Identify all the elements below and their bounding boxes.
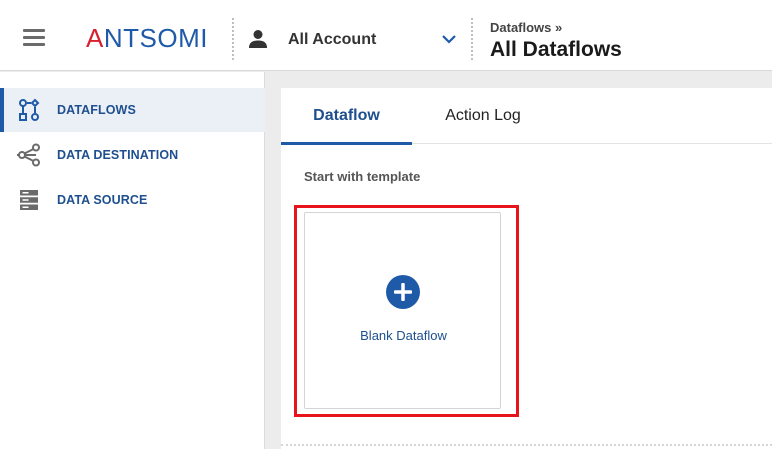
sidebar-item-data-destination[interactable]: DATA DESTINATION bbox=[0, 133, 265, 177]
chevron-down-icon[interactable] bbox=[441, 33, 457, 45]
page-title: All Dataflows bbox=[490, 38, 622, 61]
blank-dataflow-card[interactable]: Blank Dataflow bbox=[304, 212, 501, 409]
server-icon bbox=[20, 190, 38, 210]
sidebar-item-data-source[interactable]: DATA SOURCE bbox=[0, 178, 265, 222]
tab-dataflow[interactable]: Dataflow bbox=[281, 88, 412, 145]
top-header: ANTSOMI All Account Dataflows » All Data… bbox=[0, 0, 772, 71]
breadcrumb-parent[interactable]: Dataflows » bbox=[490, 20, 562, 35]
header-divider bbox=[471, 18, 473, 60]
plus-circle-icon bbox=[386, 275, 420, 309]
sidebar-item-label: DATA SOURCE bbox=[57, 193, 148, 207]
sidebar-item-label: DATAFLOWS bbox=[57, 103, 136, 117]
main-panel: Dataflow Action Log Start with template … bbox=[281, 88, 772, 449]
dataflow-icon bbox=[19, 98, 40, 121]
sidebar: DATAFLOWS DATA DESTINATION DATA SOURCE bbox=[0, 72, 265, 449]
section-title: Start with template bbox=[304, 169, 421, 184]
account-selector-label[interactable]: All Account bbox=[288, 31, 376, 49]
sidebar-item-dataflows[interactable]: DATAFLOWS bbox=[0, 88, 265, 132]
logo-text: NTSOMI bbox=[103, 23, 208, 53]
tab-bar: Dataflow Action Log bbox=[281, 88, 772, 145]
person-icon bbox=[249, 30, 267, 48]
sidebar-item-label: DATA DESTINATION bbox=[57, 148, 179, 162]
antsomi-logo[interactable]: ANTSOMI bbox=[86, 23, 208, 53]
template-label: Blank Dataflow bbox=[360, 328, 447, 343]
hamburger-menu-icon[interactable] bbox=[23, 29, 45, 47]
tab-action-log[interactable]: Action Log bbox=[412, 88, 554, 144]
section-divider bbox=[281, 444, 772, 446]
logo-accent-letter: A bbox=[86, 23, 104, 53]
share-nodes-icon bbox=[17, 143, 40, 167]
header-divider bbox=[232, 18, 234, 60]
